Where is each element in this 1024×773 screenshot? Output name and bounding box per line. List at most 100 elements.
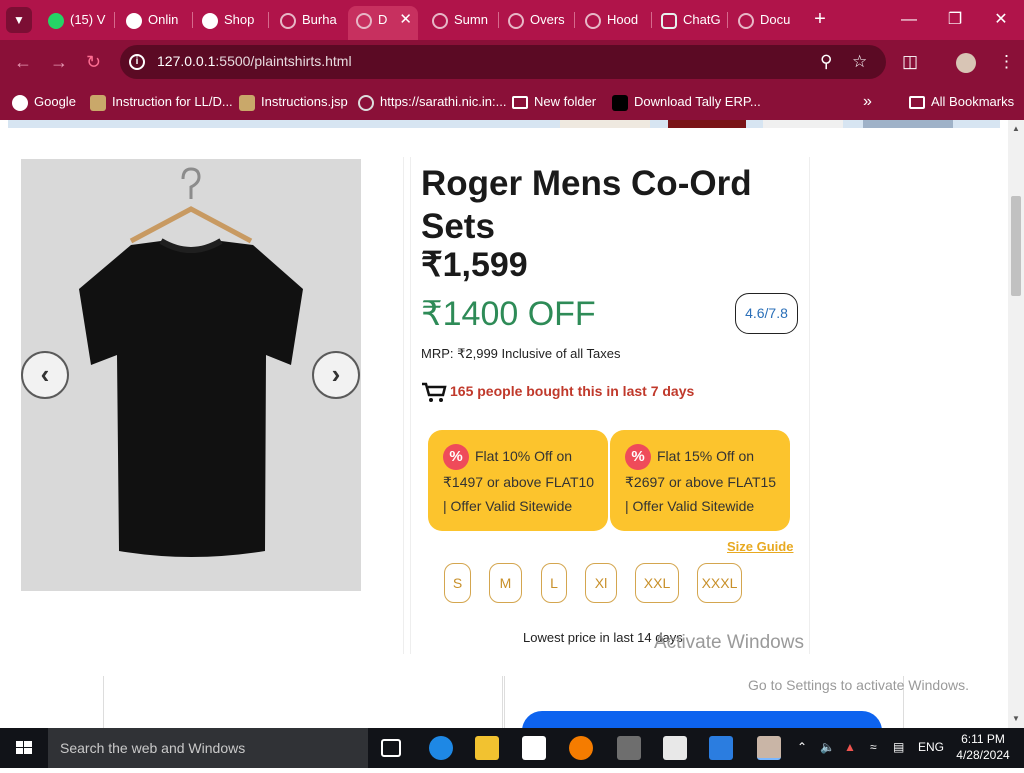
page-content: ‹ › Roger Mens Co-Ord Sets ₹1,599 ₹1400 … xyxy=(0,120,1008,728)
globe-icon xyxy=(280,12,296,29)
page-icon xyxy=(239,94,255,111)
tab-overs[interactable]: Overs xyxy=(500,6,570,34)
tally-app-icon[interactable] xyxy=(663,736,687,760)
folder-icon xyxy=(909,96,925,110)
offer-card-1[interactable]: % Flat 10% Off on ₹1497 or above FLAT10 |… xyxy=(428,430,608,531)
clock-date: 4/28/2024 xyxy=(956,748,1010,762)
language-indicator[interactable]: ENG xyxy=(918,740,944,754)
speaker-icon[interactable]: 🔈 xyxy=(820,740,835,754)
back-button[interactable]: ← xyxy=(14,52,32,72)
bookmark-instruction[interactable]: Instruction for LL/D... xyxy=(90,93,233,111)
extensions-icon[interactable]: ◫ xyxy=(902,52,918,72)
size-option-xxxl[interactable]: XXXL xyxy=(697,563,742,603)
folder-icon xyxy=(512,96,528,110)
tab-separator xyxy=(574,12,575,28)
globe-icon xyxy=(358,94,374,111)
carousel-next-button[interactable]: › xyxy=(312,351,360,399)
new-tab-button[interactable]: + xyxy=(810,8,830,30)
tab-sumn[interactable]: Sumn xyxy=(424,6,494,34)
bookmark-tally[interactable]: Download Tally ERP... xyxy=(612,93,761,111)
carousel-prev-button[interactable]: ‹ xyxy=(21,351,69,399)
file-explorer-icon[interactable] xyxy=(475,736,499,760)
size-option-l[interactable]: L xyxy=(541,563,567,603)
globe-icon xyxy=(585,12,601,29)
bookmark-instructions-jsp[interactable]: Instructions.jsp xyxy=(239,93,348,111)
size-guide-link[interactable]: Size Guide xyxy=(727,539,793,554)
discount-amount: ₹1400 OFF xyxy=(421,295,596,333)
globe-icon xyxy=(738,12,754,29)
site-info-icon[interactable]: i xyxy=(129,54,145,70)
volume-warning-icon[interactable]: ▲ xyxy=(844,740,856,754)
minimize-button[interactable]: — xyxy=(886,0,932,40)
reload-button[interactable]: ↻ xyxy=(86,52,101,72)
size-option-m[interactable]: M xyxy=(489,563,522,603)
tab-strip: ▼ (15) V Onlin Shop Burha D ✕ Sumn Overs… xyxy=(0,0,1024,40)
size-option-xxl[interactable]: XXL xyxy=(635,563,679,603)
forward-button[interactable]: → xyxy=(50,52,68,72)
activate-windows-subtitle: Go to Settings to activate Windows. xyxy=(748,677,969,693)
size-option-s[interactable]: S xyxy=(444,563,471,603)
url-text[interactable]: 127.0.0.1:5500/plaintshirts.html xyxy=(157,53,352,69)
vscode-icon[interactable] xyxy=(709,736,733,760)
all-bookmarks[interactable]: All Bookmarks xyxy=(909,93,1014,111)
tab-separator xyxy=(114,12,115,28)
purchase-count: 165 people bought this in last 7 days xyxy=(421,380,694,403)
avatar[interactable] xyxy=(956,53,976,73)
taskbar-search-input[interactable]: Search the web and Windows xyxy=(48,728,368,768)
scroll-down-icon[interactable]: ▼ xyxy=(1008,712,1024,726)
tab-separator xyxy=(727,12,728,28)
whatsapp-icon xyxy=(48,12,64,29)
address-bar[interactable]: i 127.0.0.1:5500/plaintshirts.html ⚲ ☆ xyxy=(120,45,886,79)
windows-icon xyxy=(16,741,32,754)
chrome-app-icon[interactable] xyxy=(757,736,781,760)
vertical-scrollbar[interactable]: ▲ ▼ xyxy=(1008,120,1024,728)
globe-icon xyxy=(356,12,372,29)
close-tab-icon[interactable]: ✕ xyxy=(399,6,412,34)
tray-chevron-icon[interactable]: ⌃ xyxy=(797,740,807,754)
edge-icon[interactable] xyxy=(429,736,453,760)
task-view-icon[interactable] xyxy=(381,739,401,757)
tab-hood[interactable]: Hood xyxy=(577,6,647,34)
bookmark-google[interactable]: Google xyxy=(12,93,76,111)
shield-icon xyxy=(126,12,142,29)
clock[interactable]: 6:11 PM 4/28/2024 xyxy=(946,731,1020,763)
zoom-icon[interactable]: ⚲ xyxy=(820,52,832,72)
product-title: Roger Mens Co-Ord Sets xyxy=(421,164,752,246)
tab-whatsapp[interactable]: (15) V xyxy=(40,6,110,34)
close-window-button[interactable]: ✕ xyxy=(978,0,1024,40)
wifi-icon[interactable]: ≈ xyxy=(870,740,877,754)
tab-separator xyxy=(268,12,269,28)
firefox-icon[interactable] xyxy=(569,736,593,760)
start-button[interactable] xyxy=(0,728,48,768)
restore-button[interactable]: ❐ xyxy=(932,0,978,40)
tab-search-button[interactable]: ▼ xyxy=(6,7,32,33)
lower-card-left xyxy=(103,676,503,728)
menu-kebab-icon[interactable]: ⋮ xyxy=(998,52,1015,72)
buy-button[interactable] xyxy=(522,711,882,728)
offer-card-2[interactable]: % Flat 15% Off on ₹2697 or above FLAT15 |… xyxy=(610,430,790,531)
tab-shop[interactable]: Shop xyxy=(194,6,264,34)
product-image xyxy=(21,159,361,591)
bookmark-new-folder[interactable]: New folder xyxy=(512,93,596,111)
percent-icon: % xyxy=(443,444,469,471)
bookmark-star-icon[interactable]: ☆ xyxy=(852,52,867,72)
tab-chatgpt[interactable]: ChatG xyxy=(653,6,723,34)
bookmark-sarathi[interactable]: https://sarathi.nic.in:... xyxy=(358,93,506,111)
tab-docu[interactable]: Docu xyxy=(730,6,800,34)
percent-icon: % xyxy=(625,444,651,471)
notifications-icon[interactable]: ▤ xyxy=(893,740,904,754)
more-bookmarks-icon[interactable]: » xyxy=(863,93,872,111)
scroll-up-icon[interactable]: ▲ xyxy=(1008,122,1024,136)
bookmarks-bar: Google Instruction for LL/D... Instructi… xyxy=(0,86,1024,120)
hero-image-strip xyxy=(8,120,1000,128)
tab-active[interactable]: D ✕ xyxy=(348,6,418,40)
mrp-text: MRP: ₹2,999 Inclusive of all Taxes xyxy=(421,346,621,361)
store-icon[interactable] xyxy=(522,736,546,760)
tab-burha[interactable]: Burha xyxy=(272,6,342,34)
scrollbar-thumb[interactable] xyxy=(1011,196,1021,296)
size-option-xl[interactable]: Xl xyxy=(585,563,617,603)
rating-badge: 4.6/7.8 xyxy=(735,293,798,334)
calculator-icon[interactable] xyxy=(617,736,641,760)
shield-icon xyxy=(202,12,218,29)
tab-online[interactable]: Onlin xyxy=(118,6,188,34)
